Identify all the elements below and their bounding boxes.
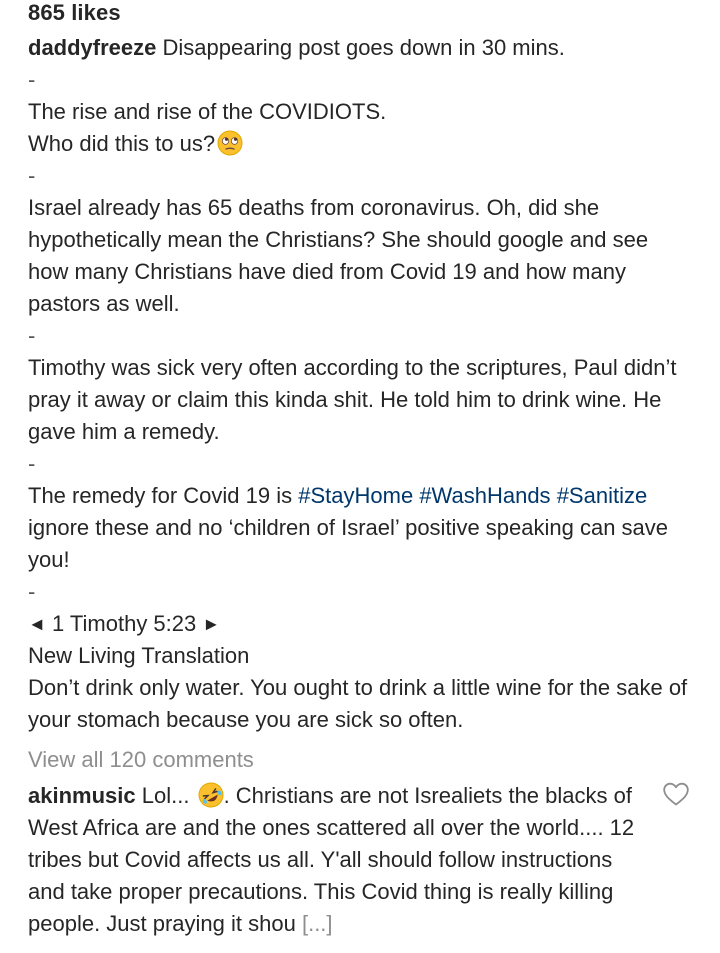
caption-separator: - bbox=[28, 323, 36, 348]
right-arrow-icon: ► bbox=[202, 614, 221, 634]
post-container: 865 likes daddyfreeze Disappearing post … bbox=[28, 0, 692, 940]
caption-paragraph: Israel already has 65 deaths from corona… bbox=[28, 195, 649, 316]
caption-text: The remedy for Covid 19 is bbox=[28, 483, 293, 508]
caption-paragraph: Timothy was sick very often according to… bbox=[28, 355, 677, 444]
comment-author-username[interactable]: akinmusic bbox=[28, 783, 136, 808]
caption-text: ignore these and no ‘children of Israel’… bbox=[28, 515, 669, 572]
comment-text: Lol... bbox=[141, 783, 190, 808]
caption-text: The rise and rise of the COVIDIOTS. bbox=[28, 99, 387, 124]
comment-item: akinmusic Lol... . Christians are not Is… bbox=[28, 780, 648, 940]
caption-separator: - bbox=[28, 67, 36, 92]
caption-paragraph: The rise and rise of the COVIDIOTS. Who … bbox=[28, 96, 692, 160]
heart-icon[interactable] bbox=[662, 781, 690, 807]
face-with-rolling-eyes-icon bbox=[217, 130, 243, 156]
caption-line: daddyfreeze Disappearing post goes down … bbox=[28, 32, 692, 64]
caption-text: Disappearing post goes down in 30 mins. bbox=[162, 35, 565, 60]
caption-separator: - bbox=[28, 579, 36, 604]
hashtag-sanitize[interactable]: #Sanitize bbox=[557, 483, 648, 508]
caption-separator: - bbox=[28, 451, 36, 476]
verse-ref-text: 1 Timothy 5:23 bbox=[51, 611, 197, 636]
post-author-username[interactable]: daddyfreeze bbox=[28, 35, 156, 60]
verse-reference: ◄ 1 Timothy 5:23 ► bbox=[28, 608, 692, 640]
likes-count[interactable]: 865 likes bbox=[28, 0, 692, 26]
hashtag-washhands[interactable]: #WashHands bbox=[419, 483, 550, 508]
rolling-on-floor-laughing-icon bbox=[198, 782, 224, 808]
caption-paragraph: The remedy for Covid 19 is #StayHome #Wa… bbox=[28, 480, 692, 576]
verse-translation: New Living Translation bbox=[28, 643, 250, 668]
caption-text: Who did this to us? bbox=[28, 131, 216, 156]
comment-more-link[interactable]: [...] bbox=[302, 911, 333, 936]
caption: daddyfreeze Disappearing post goes down … bbox=[28, 32, 692, 736]
hashtag-stayhome[interactable]: #StayHome bbox=[298, 483, 413, 508]
verse-text: Don’t drink only water. You ought to dri… bbox=[28, 675, 688, 732]
caption-separator: - bbox=[28, 163, 36, 188]
left-arrow-icon: ◄ bbox=[28, 614, 46, 634]
view-all-comments-link[interactable]: View all 120 comments bbox=[28, 744, 692, 776]
